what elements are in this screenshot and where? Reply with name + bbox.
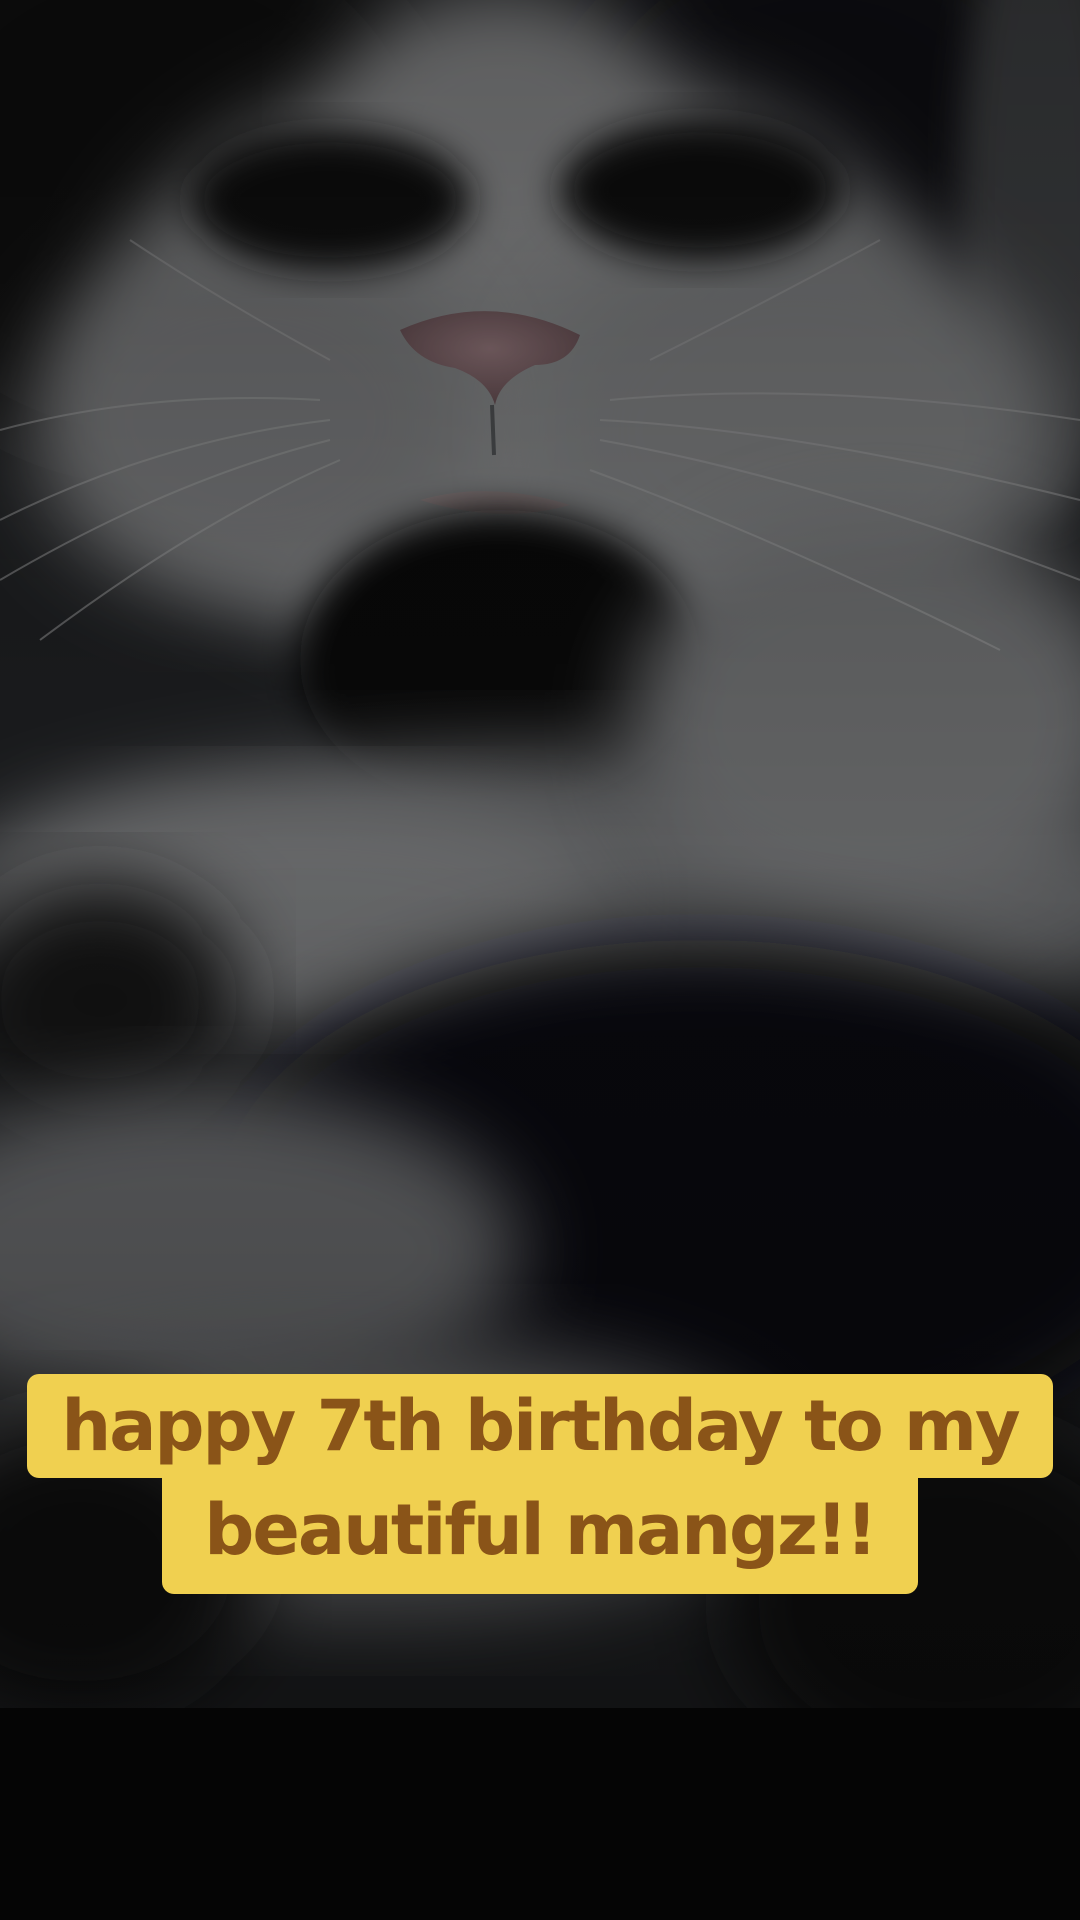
caption-overlay: happy 7th birthday to my beautiful mangz… <box>0 1374 1080 1594</box>
caption-line-2: beautiful mangz!! <box>162 1478 918 1594</box>
video-frame: happy 7th birthday to my beautiful mangz… <box>0 0 1080 1920</box>
letterbox-bar <box>0 1708 1080 1920</box>
caption-line-1: happy 7th birthday to my <box>27 1374 1053 1478</box>
